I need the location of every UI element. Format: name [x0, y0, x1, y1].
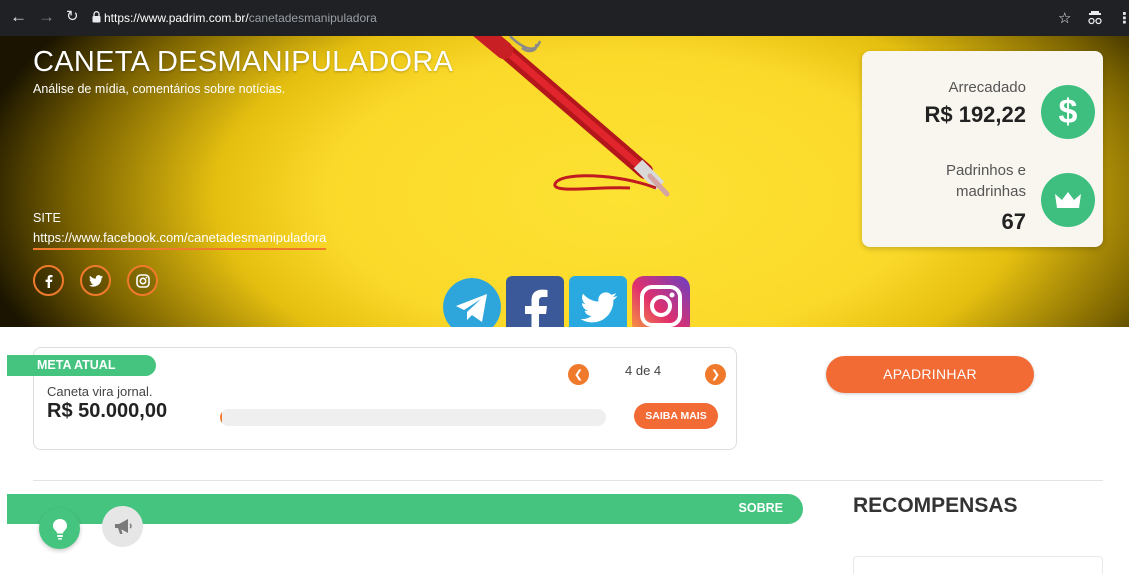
goal-pager: 4 de 4	[625, 363, 662, 378]
facebook-icon	[45, 274, 52, 288]
apadrinhar-button[interactable]: APADRINHAR	[826, 356, 1034, 393]
about-tab-label[interactable]: SOBRE	[739, 501, 783, 515]
browser-toolbar: ← → ↻ https://www.padrim.com.br/canetade…	[0, 0, 1129, 36]
svg-text:$: $	[1059, 95, 1078, 129]
site-link[interactable]: https://www.facebook.com/canetadesmanipu…	[33, 230, 327, 250]
saiba-mais-button[interactable]: SAIBA MAIS	[634, 403, 718, 429]
project-title: CANETA DESMANIPULADORA	[33, 46, 454, 78]
crown-icon	[1041, 173, 1095, 227]
reward-card[interactable]	[853, 556, 1103, 574]
instagram-button[interactable]	[127, 265, 158, 296]
incognito-icon[interactable]	[1087, 11, 1103, 25]
goal-amount: R$ 50.000,00	[47, 400, 168, 422]
url-path: canetadesmanipuladora	[248, 11, 377, 25]
sponsors-value: 67	[1001, 209, 1026, 234]
current-goal-tab: META ATUAL	[7, 355, 156, 376]
back-icon[interactable]: ←	[10, 8, 27, 26]
raised-value: R$ 192,22	[924, 102, 1026, 127]
red-pen-illustration	[473, 36, 670, 197]
sponsors-label-line2: madrinhas	[955, 183, 1026, 200]
twitter-tile-icon	[569, 276, 627, 327]
project-subtitle: Análise de mídia, comentários sobre notí…	[33, 82, 286, 96]
next-goal-button[interactable]: ❯	[705, 364, 726, 385]
rewards-heading: RECOMPENSAS	[853, 494, 1018, 517]
goal-description: Caneta vira jornal.	[47, 384, 153, 399]
facebook-tile-icon	[506, 276, 564, 327]
dollar-icon: $	[1041, 85, 1095, 139]
about-idea-button[interactable]	[39, 508, 80, 549]
goal-progress-bar	[220, 409, 606, 426]
address-bar[interactable]: https://www.padrim.com.br/canetadesmanip…	[104, 11, 377, 25]
reload-icon[interactable]: ↻	[66, 8, 79, 26]
lock-icon	[92, 11, 101, 23]
chevron-left-icon: ❮	[573, 369, 584, 381]
sponsors-label-line1: Padrinhos e	[945, 162, 1026, 179]
lightbulb-icon	[52, 518, 67, 540]
announcements-button[interactable]	[102, 506, 143, 547]
instagram-tile-icon	[632, 276, 690, 327]
menu-kebab-icon[interactable]: ⋮	[1117, 9, 1129, 27]
raised-label: Arrecadado	[948, 79, 1026, 96]
telegram-icon	[443, 278, 501, 327]
twitter-icon	[88, 274, 103, 287]
instagram-icon	[135, 273, 150, 288]
previous-goal-button[interactable]: ❮	[568, 364, 589, 385]
chevron-right-icon: ❯	[710, 369, 721, 381]
bookmark-star-icon[interactable]: ☆	[1058, 9, 1071, 27]
funding-stats-card: Arrecadado R$ 192,22 $ Padrinhos e madri…	[862, 51, 1103, 247]
megaphone-icon	[114, 518, 132, 534]
site-label: SITE	[33, 211, 61, 225]
section-divider	[33, 480, 1103, 481]
url-host: https://www.padrim.com.br/	[104, 11, 249, 25]
twitter-button[interactable]	[80, 265, 111, 296]
facebook-button[interactable]	[33, 265, 64, 296]
forward-icon[interactable]: →	[38, 8, 55, 26]
